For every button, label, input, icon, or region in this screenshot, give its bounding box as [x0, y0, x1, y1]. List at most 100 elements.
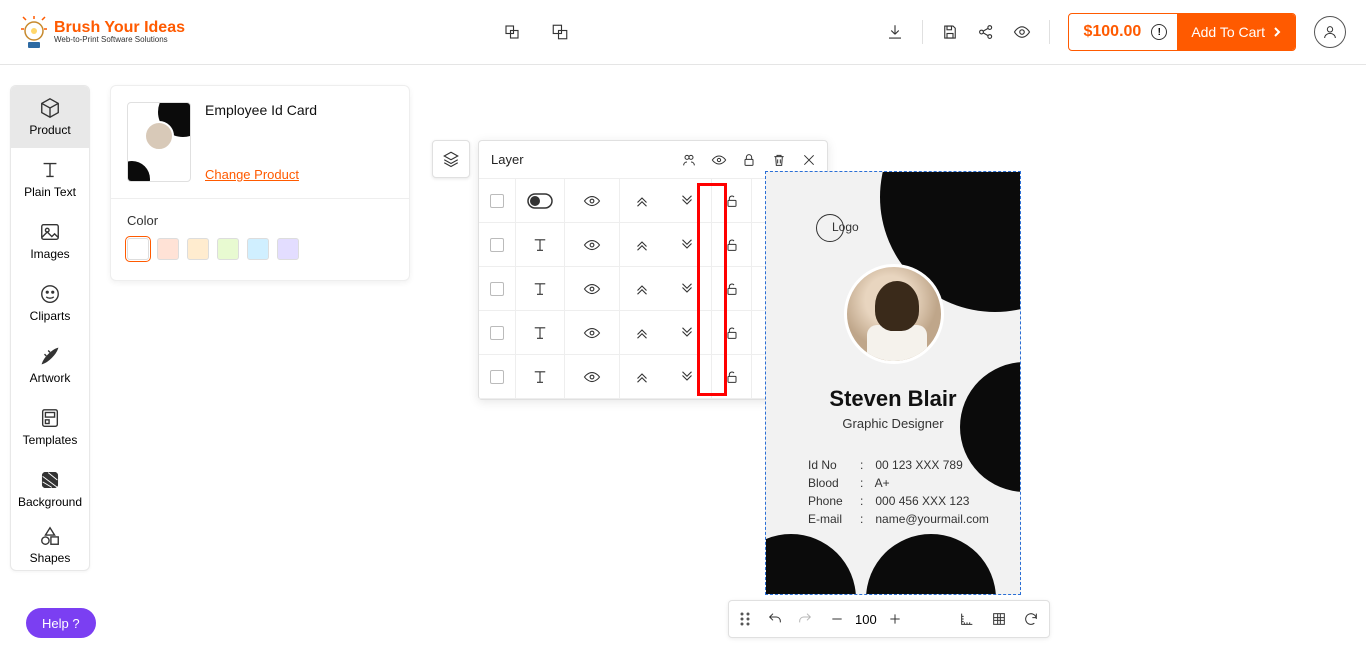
share-icon[interactable]: [977, 23, 995, 41]
layer-type-icon: [515, 179, 565, 222]
info-icon[interactable]: !: [1151, 24, 1167, 40]
product-thumbnail[interactable]: [127, 102, 191, 182]
zoom-out-icon[interactable]: [829, 611, 845, 627]
color-swatches: [127, 238, 393, 260]
sidebar-label: Templates: [23, 433, 78, 447]
sidebar-item-background[interactable]: Background: [11, 458, 89, 520]
preview-icon[interactable]: [1013, 23, 1031, 41]
download-icon[interactable]: [886, 23, 904, 41]
undo-icon[interactable]: [767, 611, 783, 627]
color-swatch[interactable]: [217, 238, 239, 260]
layer-move-up-icon[interactable]: [620, 311, 664, 354]
layer-visibility-icon[interactable]: [565, 311, 621, 354]
bg-circle: [765, 534, 856, 595]
layers-icon: [442, 150, 460, 168]
redo-icon[interactable]: [797, 611, 813, 627]
close-icon[interactable]: [801, 152, 817, 168]
color-swatch[interactable]: [247, 238, 269, 260]
card-role[interactable]: Graphic Designer: [766, 416, 1020, 431]
layer-visibility-icon[interactable]: [565, 355, 621, 398]
layer-move-up-icon[interactable]: [620, 267, 664, 310]
shapes-icon: [39, 525, 61, 547]
detail-row[interactable]: E-mail: name@yourmail.com: [808, 512, 989, 526]
layer-visibility-icon[interactable]: [565, 179, 621, 222]
card-name[interactable]: Steven Blair: [766, 386, 1020, 412]
app-logo[interactable]: Brush Your Ideas Web-to-Print Software S…: [20, 14, 185, 50]
layer-panel-title: Layer: [491, 152, 524, 167]
header-right: $100.00 ! Add To Cart: [886, 13, 1346, 51]
color-swatch[interactable]: [157, 238, 179, 260]
detail-row[interactable]: Phone: 000 456 XXX 123: [808, 494, 989, 508]
logo-placeholder-text: Logo: [832, 220, 859, 234]
select-all-icon[interactable]: [681, 152, 697, 168]
sidebar-item-product[interactable]: Product: [11, 86, 89, 148]
layer-checkbox[interactable]: [479, 355, 515, 398]
logo-subtitle: Web-to-Print Software Solutions: [54, 36, 185, 44]
product-title: Employee Id Card: [205, 102, 317, 118]
add-to-cart-button[interactable]: Add To Cart: [1177, 13, 1295, 51]
sidebar-item-images[interactable]: Images: [11, 210, 89, 272]
layer-move-up-icon[interactable]: [620, 355, 664, 398]
price-box: $100.00 ! Add To Cart: [1068, 13, 1296, 51]
zoom-level: 100: [855, 612, 877, 627]
layer-type-icon: [515, 355, 565, 398]
zoom-in-icon[interactable]: [887, 611, 903, 627]
drag-handle-icon[interactable]: [739, 611, 751, 627]
sidebar-item-cliparts[interactable]: Cliparts: [11, 272, 89, 334]
color-swatch[interactable]: [277, 238, 299, 260]
product-panel: Employee Id Card Change Product Color: [110, 85, 410, 281]
cart-button-label: Add To Cart: [1191, 24, 1265, 40]
mirror-icon[interactable]: [503, 23, 521, 41]
color-swatch[interactable]: [127, 238, 149, 260]
image-icon: [39, 221, 61, 243]
canvas-toolbar: 100: [728, 600, 1050, 638]
sidebar-item-artwork[interactable]: Artwork: [11, 334, 89, 396]
help-button[interactable]: Help ?: [26, 608, 96, 638]
ruler-icon[interactable]: [959, 611, 975, 627]
visibility-all-icon[interactable]: [711, 152, 727, 168]
layer-checkbox[interactable]: [479, 179, 515, 222]
layer-type-icon: [515, 311, 565, 354]
avatar[interactable]: [844, 264, 944, 364]
grid-icon[interactable]: [991, 611, 1007, 627]
delete-all-icon[interactable]: [771, 152, 787, 168]
logo-title: Brush Your Ideas: [54, 20, 185, 36]
layer-move-up-icon[interactable]: [620, 223, 664, 266]
sidebar-item-templates[interactable]: Templates: [11, 396, 89, 458]
layer-visibility-icon[interactable]: [565, 267, 621, 310]
layer-type-icon: [515, 267, 565, 310]
card-details: Id No: 00 123 XXX 789 Blood: A+ Phone: 000…: [808, 458, 989, 530]
layer-toggle-handle[interactable]: [432, 140, 470, 178]
design-canvas[interactable]: Logo Steven Blair Graphic Designer Id No…: [765, 171, 1021, 595]
color-swatch[interactable]: [187, 238, 209, 260]
bulb-icon: [20, 14, 48, 50]
chevron-right-icon: [1273, 26, 1281, 38]
change-product-link[interactable]: Change Product: [205, 167, 317, 182]
layer-checkbox[interactable]: [479, 311, 515, 354]
cube-icon: [39, 97, 61, 119]
lock-all-icon[interactable]: [741, 152, 757, 168]
sidebar-label: Shapes: [30, 551, 71, 565]
header: Brush Your Ideas Web-to-Print Software S…: [0, 0, 1366, 65]
layer-visibility-icon[interactable]: [565, 223, 621, 266]
sidebar: Product Plain Text Images Cliparts Artwo…: [10, 85, 90, 571]
copy-layer-icon[interactable]: [551, 23, 569, 41]
color-label: Color: [127, 213, 393, 228]
template-icon: [39, 407, 61, 429]
sidebar-item-plain-text[interactable]: Plain Text: [11, 148, 89, 210]
user-menu[interactable]: [1314, 16, 1346, 48]
sidebar-label: Product: [29, 123, 70, 137]
text-icon: [39, 159, 61, 181]
layer-checkbox[interactable]: [479, 267, 515, 310]
layer-move-up-icon[interactable]: [620, 179, 664, 222]
lock-column-highlight: [697, 183, 727, 396]
detail-row[interactable]: Blood: A+: [808, 476, 989, 490]
layer-checkbox[interactable]: [479, 223, 515, 266]
detail-row[interactable]: Id No: 00 123 XXX 789: [808, 458, 989, 472]
sidebar-label: Background: [18, 495, 82, 509]
user-icon: [1322, 24, 1338, 40]
sidebar-item-shapes[interactable]: Shapes: [11, 520, 89, 570]
save-icon[interactable]: [941, 23, 959, 41]
reset-icon[interactable]: [1023, 611, 1039, 627]
bg-circle: [866, 534, 996, 595]
